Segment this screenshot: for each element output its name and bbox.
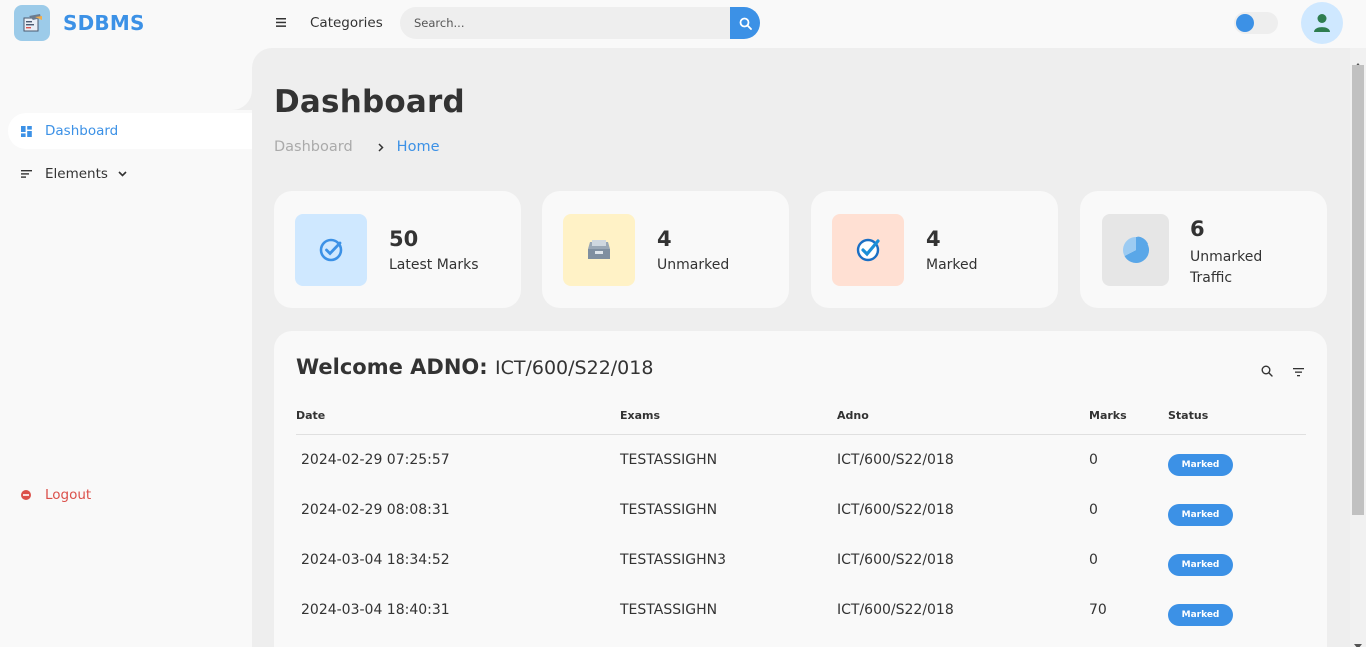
breadcrumb: Dashboard Home <box>274 139 440 155</box>
checked-badge-icon <box>832 214 904 286</box>
sidebar-item-label: Dashboard <box>45 123 119 139</box>
search-icon <box>739 17 752 30</box>
cell-marks: 70 <box>1089 602 1107 618</box>
cell-marks: 0 <box>1089 452 1098 468</box>
stat-card-unmarked-traffic: 6 Unmarked Traffic <box>1080 191 1327 308</box>
cell-date: 2024-02-29 08:08:31 <box>301 502 450 518</box>
cell-adno: ICT/600/S22/018 <box>837 602 954 618</box>
dashboard-grid-icon <box>8 125 44 137</box>
stat-value: 6 <box>1190 217 1205 241</box>
cell-date: 2024-03-04 18:40:31 <box>301 602 450 618</box>
sidebar: Dashboard Elements Logout <box>0 48 252 647</box>
column-header-adno[interactable]: Adno <box>837 409 869 422</box>
search-button[interactable] <box>730 7 760 39</box>
school-board-logo-icon <box>14 5 50 41</box>
search-input[interactable] <box>400 7 730 39</box>
stat-card-unmarked: 4 Unmarked <box>542 191 789 308</box>
sidebar-item-label: Logout <box>45 487 92 503</box>
stat-card-latest-marks: 50 Latest Marks <box>274 191 521 308</box>
sidebar-item-elements[interactable]: Elements <box>8 156 252 192</box>
vertical-scrollbar[interactable] <box>1350 48 1366 647</box>
brand[interactable]: SDBMS <box>14 5 145 41</box>
cell-exam: TESTASSIGHN3 <box>620 552 726 568</box>
cell-marks: 0 <box>1089 502 1098 518</box>
status-badge: Marked <box>1168 604 1233 626</box>
search-form <box>400 7 760 39</box>
check-circle-icon <box>295 214 367 286</box>
stat-value: 4 <box>926 227 941 251</box>
stat-label: Marked <box>926 257 978 273</box>
stat-card-marked: 4 Marked <box>811 191 1058 308</box>
table-row[interactable]: 2024-02-29 07:25:57 TESTASSIGHN ICT/600/… <box>274 452 1327 502</box>
pie-chart-icon <box>1102 214 1169 286</box>
categories-link[interactable]: Categories <box>310 15 383 31</box>
brand-name: SDBMS <box>63 11 145 35</box>
scrollbar-thumb[interactable] <box>1352 65 1364 515</box>
user-avatar-icon <box>1314 14 1330 32</box>
table-row[interactable]: 2024-03-04 18:34:52 TESTASSIGHN3 ICT/600… <box>274 552 1327 602</box>
stat-label: Latest Marks <box>389 257 479 273</box>
scroll-down-arrow-icon[interactable] <box>1354 634 1362 647</box>
top-navbar: SDBMS Categories <box>0 0 1366 48</box>
stat-label: Unmarked Traffic <box>1190 249 1263 286</box>
sidebar-item-logout[interactable]: Logout <box>8 477 252 513</box>
status-badge: Marked <box>1168 454 1233 476</box>
main-content: Dashboard Dashboard Home 50 Latest Marks <box>252 48 1350 647</box>
welcome-heading: Welcome ADNO: ICT/600/S22/018 <box>296 355 653 379</box>
logout-icon <box>8 490 44 500</box>
inbox-tray-icon <box>563 214 635 286</box>
marks-table-panel: Welcome ADNO: ICT/600/S22/018 Date Exams… <box>274 331 1327 647</box>
table-row[interactable]: 2024-02-29 08:08:31 TESTASSIGHN ICT/600/… <box>274 502 1327 552</box>
stat-value: 4 <box>657 227 672 251</box>
cell-adno: ICT/600/S22/018 <box>837 502 954 518</box>
chevron-right-icon <box>371 142 391 152</box>
sidebar-item-dashboard[interactable]: Dashboard <box>8 113 252 149</box>
status-badge: Marked <box>1168 554 1233 576</box>
cell-date: 2024-03-04 18:34:52 <box>301 552 450 568</box>
breadcrumb-dashboard[interactable]: Dashboard <box>274 139 353 155</box>
table-row[interactable]: 2024-03-04 18:40:31 TESTASSIGHN ICT/600/… <box>274 602 1327 647</box>
status-badge: Marked <box>1168 504 1233 526</box>
cell-exam: TESTASSIGHN <box>620 502 718 518</box>
page-title: Dashboard <box>274 84 465 120</box>
cell-exam: TESTASSIGHN <box>620 452 718 468</box>
list-lines-icon <box>8 170 44 178</box>
welcome-adno: ICT/600/S22/018 <box>495 357 654 379</box>
filter-icon[interactable] <box>1293 362 1304 381</box>
column-header-date[interactable]: Date <box>296 409 325 422</box>
profile-avatar[interactable] <box>1301 2 1343 44</box>
breadcrumb-home[interactable]: Home <box>397 139 440 155</box>
theme-toggle-switch[interactable] <box>1234 12 1278 34</box>
cell-marks: 0 <box>1089 552 1098 568</box>
column-header-exams[interactable]: Exams <box>620 409 660 422</box>
cell-adno: ICT/600/S22/018 <box>837 552 954 568</box>
welcome-prefix: Welcome ADNO: <box>296 355 488 379</box>
cell-exam: TESTASSIGHN <box>620 602 718 618</box>
stat-value: 50 <box>389 227 419 251</box>
chevron-down-icon <box>118 171 127 177</box>
theme-toggle-knob <box>1236 14 1254 32</box>
hamburger-menu-icon[interactable] <box>274 14 288 30</box>
sidebar-active-curve <box>212 82 252 110</box>
column-header-status[interactable]: Status <box>1168 409 1208 422</box>
search-icon[interactable] <box>1261 362 1273 381</box>
stat-label: Unmarked <box>657 257 730 273</box>
cell-adno: ICT/600/S22/018 <box>837 452 954 468</box>
cell-date: 2024-02-29 07:25:57 <box>301 452 450 468</box>
sidebar-item-label: Elements <box>45 166 108 182</box>
column-header-marks[interactable]: Marks <box>1089 409 1127 422</box>
table-header-divider <box>296 434 1306 435</box>
